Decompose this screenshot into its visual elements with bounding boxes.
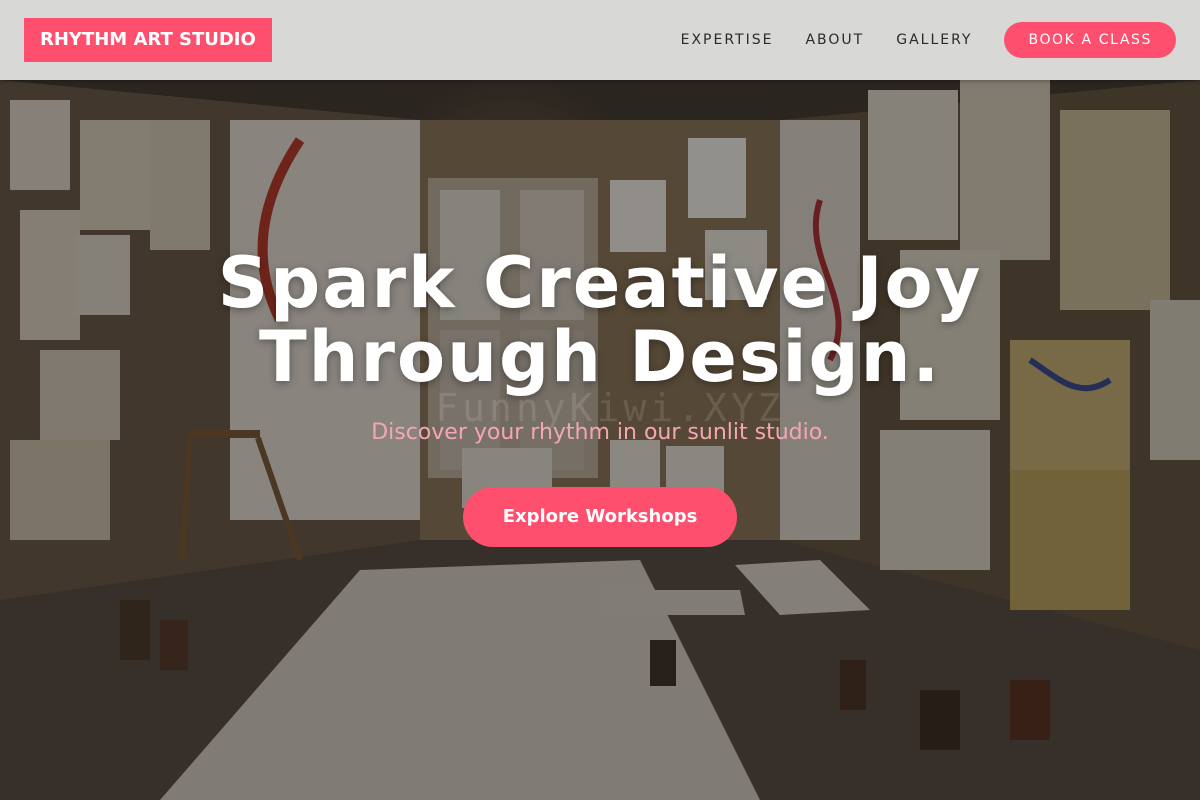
hero-title: Spark Creative Joy Through Design.	[0, 246, 1200, 394]
hero-subtitle: Discover your rhythm in our sunlit studi…	[371, 420, 829, 445]
main-nav: EXPERTISE ABOUT GALLERY BOOK A CLASS	[681, 22, 1176, 58]
hero-title-line-1: Spark Creative Joy	[217, 242, 983, 324]
site-logo[interactable]: RHYTHM ART STUDIO	[24, 18, 272, 62]
hero-title-line-2: Through Design.	[258, 316, 942, 398]
hero-content: Spark Creative Joy Through Design. Disco…	[0, 246, 1200, 547]
nav-link-about[interactable]: ABOUT	[805, 32, 864, 48]
hero-section: FunnyKiwi.XYZ RHYTHM ART STUDIO EXPERTIS…	[0, 0, 1200, 800]
explore-workshops-button[interactable]: Explore Workshops	[463, 487, 737, 547]
book-class-button[interactable]: BOOK A CLASS	[1004, 22, 1176, 58]
nav-link-gallery[interactable]: GALLERY	[896, 32, 972, 48]
header-bar: RHYTHM ART STUDIO EXPERTISE ABOUT GALLER…	[0, 0, 1200, 80]
nav-link-expertise[interactable]: EXPERTISE	[681, 32, 774, 48]
